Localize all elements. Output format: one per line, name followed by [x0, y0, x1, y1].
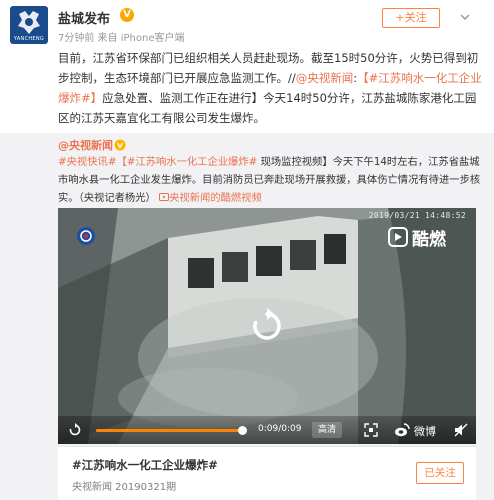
cctv-logo-icon [77, 227, 95, 245]
quality-button[interactable]: 高清 [312, 422, 342, 438]
followed-button[interactable]: 已关注 [416, 462, 464, 484]
video-source-link[interactable]: 央视新闻的酷燃视频 [169, 192, 262, 204]
weibo-icon [395, 423, 410, 437]
repost-topic-link[interactable]: 【#江苏响水一化工企业爆炸# [116, 156, 257, 168]
post-text-part2: 应急处置、监测工作正在进行】今天14时50分许，江苏盐城陈家港化工园区的江苏天嘉… [58, 91, 477, 125]
verified-icon: V [120, 8, 134, 22]
time-display: 0:09/0:09 [258, 424, 302, 434]
replay-small-icon[interactable] [68, 423, 82, 437]
post-text: 目前，江苏省环保部门已组织相关人员赶赴现场。截至15时50分许，火势已得到初步控… [58, 48, 482, 128]
fullscreen-icon[interactable] [364, 423, 378, 437]
progress-fill [96, 429, 242, 432]
repost-block: @央视新闻 #央视快讯#【#江苏响水一化工企业爆炸# 现场监控视频】今天下午14… [0, 133, 494, 500]
account-name[interactable]: 盐城发布 [58, 8, 110, 27]
watermark-text: 酷燃 [412, 230, 446, 250]
progress-bar[interactable] [96, 426, 247, 435]
chevron-down-icon[interactable] [458, 10, 472, 24]
replay-icon[interactable] [249, 308, 285, 344]
video-link-icon [159, 193, 170, 201]
repost-tag-link[interactable]: #央视快讯# [58, 156, 116, 168]
topic-card-subtitle: 央视新闻 20190321期 [72, 482, 177, 493]
avatar[interactable]: YANCHENG [10, 6, 48, 44]
progress-knob[interactable] [237, 426, 247, 435]
video-timestamp: 2019/03/21 14:48:52 [368, 211, 466, 220]
video-player[interactable]: 2019/03/21 14:48:52 酷燃 0:09/0:09 高清 微博 [58, 208, 476, 444]
gold-v-badge-icon [114, 139, 126, 151]
post-header: YANCHENG 盐城发布 V 7分钟前 来自 iPhone客户端 +关注 [0, 0, 494, 44]
mention-link[interactable]: @央视新闻 [296, 71, 354, 85]
video-controls: 0:09/0:09 高清 微博 [58, 416, 476, 444]
avatar-label: YANCHENG [13, 36, 45, 42]
post-meta: 7分钟前 来自 iPhone客户端 [58, 33, 185, 44]
follow-button[interactable]: +关注 [382, 8, 440, 28]
mute-icon[interactable] [454, 423, 468, 437]
kuran-logo-icon [388, 227, 408, 247]
repost-text: #央视快讯#【#江苏响水一化工企业爆炸# 现场监控视频】今天下午14时左右，江苏… [58, 153, 482, 207]
topic-card[interactable]: #江苏响水一化工企业爆炸# 央视新闻 20190321期 已关注 [58, 446, 476, 500]
repost-author[interactable]: @央视新闻 [58, 137, 113, 153]
topic-card-title[interactable]: #江苏响水一化工企业爆炸# [72, 457, 218, 473]
weibo-label: 微博 [414, 425, 436, 438]
kuran-watermark: 酷燃 [388, 225, 468, 250]
